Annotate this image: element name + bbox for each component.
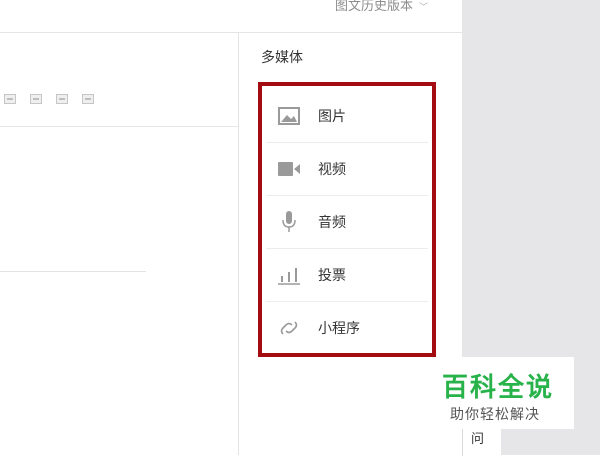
media-item-miniprogram[interactable]: 小程序: [266, 302, 428, 354]
media-item-video[interactable]: 视频: [266, 143, 428, 196]
content-divider: [0, 271, 146, 272]
link-icon: [278, 317, 300, 339]
align-center-icon[interactable]: [30, 94, 42, 104]
media-item-vote[interactable]: 投票: [266, 249, 428, 302]
history-version-button[interactable]: 图文历史版本 ﹀: [335, 0, 428, 14]
image-icon: [278, 105, 300, 127]
watermark-subtitle: 助你轻松解决: [450, 407, 540, 423]
feedback-line-2: 问: [471, 432, 485, 447]
media-item-label: 图片: [318, 109, 346, 125]
media-item-label: 视频: [318, 162, 346, 178]
media-item-image[interactable]: 图片: [266, 90, 428, 143]
microphone-icon: [278, 211, 300, 233]
watermark-logo: 百科全说 助你轻松解决: [422, 357, 574, 429]
watermark-title: 百科全说: [442, 373, 555, 403]
align-right-icon[interactable]: [56, 94, 68, 104]
align-left-icon[interactable]: [4, 94, 16, 104]
bar-chart-icon: [278, 264, 300, 286]
video-icon: [278, 158, 300, 180]
media-item-label: 小程序: [318, 321, 360, 337]
media-highlight-box: 图片 视频 音频 投票 小程序: [258, 82, 436, 357]
editor-toolbar: [0, 33, 238, 127]
top-bar: 图文历史版本 ﹀: [0, 0, 462, 33]
panel-title: 多媒体: [261, 50, 303, 66]
media-item-label: 音频: [318, 215, 346, 231]
chevron-down-icon: ﹀: [418, 3, 428, 13]
media-item-audio[interactable]: 音频: [266, 196, 428, 249]
media-item-label: 投票: [318, 268, 346, 284]
history-version-label: 图文历史版本: [334, 0, 413, 14]
media-list: 图片 视频 音频 投票 小程序: [266, 90, 428, 354]
align-justify-icon[interactable]: [82, 94, 94, 104]
editor-area[interactable]: [0, 33, 239, 455]
